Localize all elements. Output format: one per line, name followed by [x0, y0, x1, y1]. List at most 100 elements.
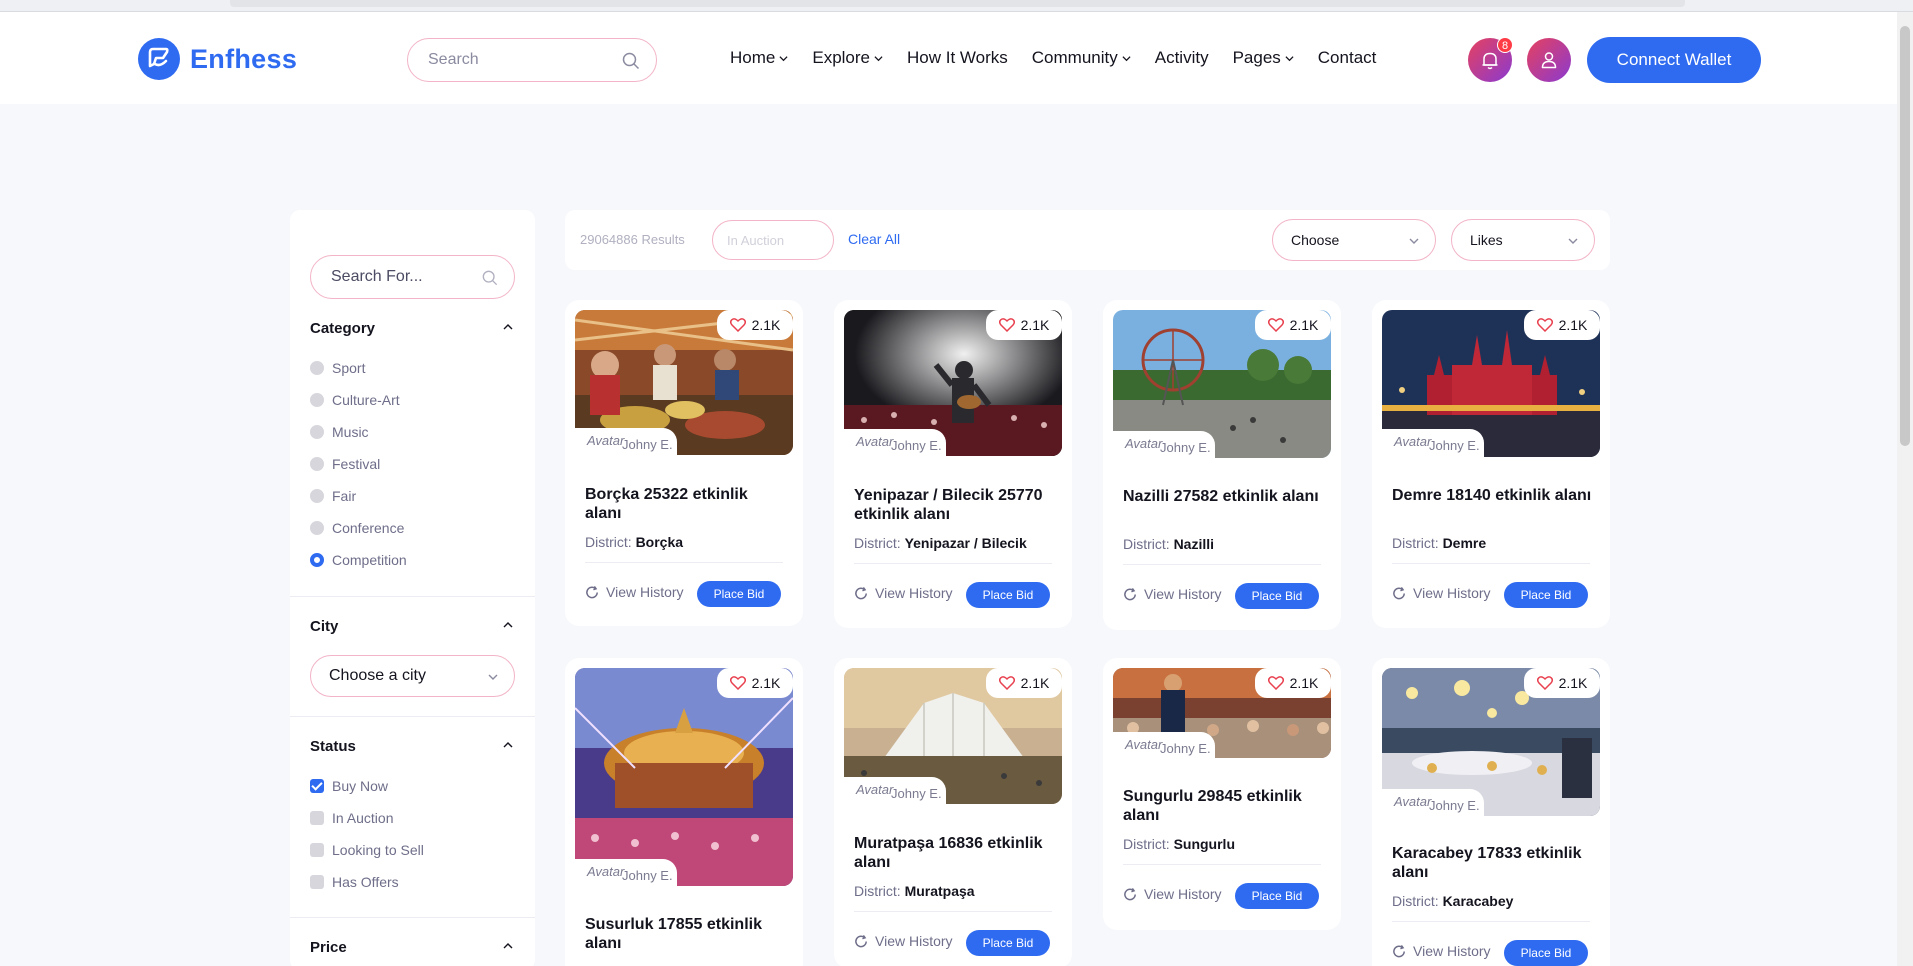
card-title[interactable]: Sungurlu 29845 etkinlik alanı	[1123, 787, 1323, 825]
chevron-up-icon[interactable]	[502, 619, 514, 631]
status-has-offers[interactable]: Has Offers	[310, 874, 399, 890]
category-competition[interactable]: Competition	[310, 552, 407, 568]
event-image[interactable]	[575, 668, 793, 886]
scrollbar-thumb[interactable]	[1900, 26, 1910, 446]
header-search-input[interactable]	[428, 51, 608, 69]
radio-button-selected[interactable]	[310, 553, 324, 567]
likes-button[interactable]: 2.1K	[717, 668, 793, 698]
event-card[interactable]: 2.1K Avatar Johny E. Yenipazar / Bilecik …	[834, 300, 1072, 628]
view-history-link[interactable]: View History	[1392, 585, 1491, 601]
browser-address-strip	[230, 0, 1685, 7]
creator-avatar[interactable]: Avatar Johny E.	[1382, 789, 1484, 817]
view-history-link[interactable]: View History	[854, 585, 953, 601]
category-festival[interactable]: Festival	[310, 456, 380, 472]
view-history-link[interactable]: View History	[1123, 886, 1222, 902]
radio-button[interactable]	[310, 425, 324, 439]
category-conference[interactable]: Conference	[310, 520, 404, 536]
card-title[interactable]: Muratpaşa 16836 etkinlik alanı	[854, 834, 1054, 872]
chevron-up-icon[interactable]	[502, 739, 514, 751]
place-bid-button[interactable]: Place Bid	[1504, 940, 1588, 966]
likes-count: 2.1K	[1289, 675, 1319, 691]
likes-button[interactable]: 2.1K	[1255, 668, 1331, 698]
creator-avatar[interactable]: Avatar Johny E.	[1382, 429, 1484, 457]
notifications-button[interactable]: 8	[1468, 37, 1513, 82]
card-title[interactable]: Demre 18140 etkinlik alanı	[1392, 486, 1592, 505]
event-card[interactable]: 2.1K Avatar Johny E. Nazilli 27582 etkinl…	[1103, 300, 1341, 630]
likes-button[interactable]: 2.1K	[1524, 310, 1600, 340]
status-buy-now[interactable]: Buy Now	[310, 778, 388, 794]
status-in-auction[interactable]: In Auction	[310, 810, 394, 826]
nav-community[interactable]: Community	[1032, 48, 1131, 68]
user-button[interactable]	[1527, 38, 1571, 82]
place-bid-button[interactable]: Place Bid	[1235, 883, 1319, 909]
connect-wallet-button[interactable]: Connect Wallet	[1587, 37, 1761, 83]
sort-select[interactable]: Choose	[1272, 219, 1436, 261]
creator-avatar[interactable]: Avatar Johny E.	[575, 859, 677, 887]
event-card[interactable]: 2.1K Avatar Johny E. Karacabey 17833 etki…	[1372, 658, 1610, 966]
view-history-link[interactable]: View History	[1392, 943, 1491, 959]
radio-button[interactable]	[310, 457, 324, 471]
card-title[interactable]: Karacabey 17833 etkinlik alanı	[1392, 844, 1592, 882]
card-title[interactable]: Yenipazar / Bilecik 25770 etkinlik alanı	[854, 486, 1054, 524]
page-scrollbar[interactable]	[1897, 12, 1913, 966]
checkbox[interactable]	[310, 843, 324, 857]
event-card[interactable]: 2.1K Avatar Johny E. Muratpaşa 16836 etki…	[834, 658, 1072, 966]
nav-how-it-works[interactable]: How It Works	[907, 48, 1008, 68]
radio-button[interactable]	[310, 489, 324, 503]
view-history-link[interactable]: View History	[585, 584, 684, 600]
sidebar-search[interactable]	[310, 255, 515, 299]
creator-avatar[interactable]: Avatar Johny E.	[844, 429, 946, 457]
chevron-up-icon[interactable]	[502, 321, 514, 333]
header-search[interactable]	[407, 38, 657, 82]
search-icon[interactable]	[622, 52, 640, 75]
creator-avatar[interactable]: Avatar Johny E.	[844, 777, 946, 805]
view-history-link[interactable]: View History	[1123, 586, 1222, 602]
event-card[interactable]: 2.1K Avatar Johny E. Sungurlu 29845 etkin…	[1103, 658, 1341, 930]
nav-pages[interactable]: Pages	[1233, 48, 1294, 68]
creator-avatar[interactable]: Avatar Johny E.	[1113, 431, 1215, 459]
event-card[interactable]: 2.1K Avatar Johny E. Borçka 25322 etkinli…	[565, 300, 803, 626]
place-bid-button[interactable]: Place Bid	[697, 581, 781, 607]
card-title[interactable]: Borçka 25322 etkinlik alanı	[585, 485, 785, 523]
card-title[interactable]: Nazilli 27582 etkinlik alanı	[1123, 487, 1323, 506]
category-music[interactable]: Music	[310, 424, 369, 440]
category-sport[interactable]: Sport	[310, 360, 365, 376]
radio-button[interactable]	[310, 393, 324, 407]
creator-avatar[interactable]: Avatar Johny E.	[575, 428, 677, 456]
radio-button[interactable]	[310, 521, 324, 535]
likes-button[interactable]: 2.1K	[986, 310, 1062, 340]
likes-button[interactable]: 2.1K	[1255, 310, 1331, 340]
place-bid-button[interactable]: Place Bid	[966, 582, 1050, 608]
category-culture-art[interactable]: Culture-Art	[310, 392, 400, 408]
checkbox[interactable]	[310, 811, 324, 825]
in-auction-filter-chip[interactable]: In Auction	[712, 220, 834, 260]
likes-button[interactable]: 2.1K	[1524, 668, 1600, 698]
status-looking-to-sell[interactable]: Looking to Sell	[310, 842, 424, 858]
radio-button[interactable]	[310, 361, 324, 375]
nav-contact[interactable]: Contact	[1318, 48, 1377, 68]
checkbox[interactable]	[310, 875, 324, 889]
status-title: Status	[310, 738, 356, 755]
place-bid-button[interactable]: Place Bid	[1235, 583, 1319, 609]
place-bid-button[interactable]: Place Bid	[966, 930, 1050, 956]
nav-home[interactable]: Home	[730, 48, 788, 68]
event-card[interactable]: 2.1K Avatar Johny E. Demre 18140 etkinlik…	[1372, 300, 1610, 628]
sidebar-search-input[interactable]	[331, 268, 471, 286]
view-history-link[interactable]: View History	[854, 933, 953, 949]
likes-button[interactable]: 2.1K	[986, 668, 1062, 698]
creator-avatar[interactable]: Avatar Johny E.	[1113, 732, 1215, 760]
search-icon[interactable]	[482, 270, 498, 291]
card-title[interactable]: Susurluk 17855 etkinlik alanı	[585, 915, 785, 953]
place-bid-button[interactable]: Place Bid	[1504, 582, 1588, 608]
category-fair[interactable]: Fair	[310, 488, 356, 504]
nav-activity[interactable]: Activity	[1155, 48, 1209, 68]
chevron-up-icon[interactable]	[502, 940, 514, 952]
likes-button[interactable]: 2.1K	[717, 310, 793, 340]
nav-explore[interactable]: Explore	[812, 48, 883, 68]
city-select[interactable]: Choose a city	[310, 655, 515, 697]
brand-logo[interactable]: Enfhess	[138, 38, 297, 80]
clear-all-link[interactable]: Clear All	[848, 231, 900, 247]
checkbox-checked[interactable]	[310, 779, 324, 793]
event-card[interactable]: 2.1K Avatar Johny E. Susurluk 17855 etkin…	[565, 658, 803, 966]
likes-select[interactable]: Likes	[1451, 219, 1595, 261]
